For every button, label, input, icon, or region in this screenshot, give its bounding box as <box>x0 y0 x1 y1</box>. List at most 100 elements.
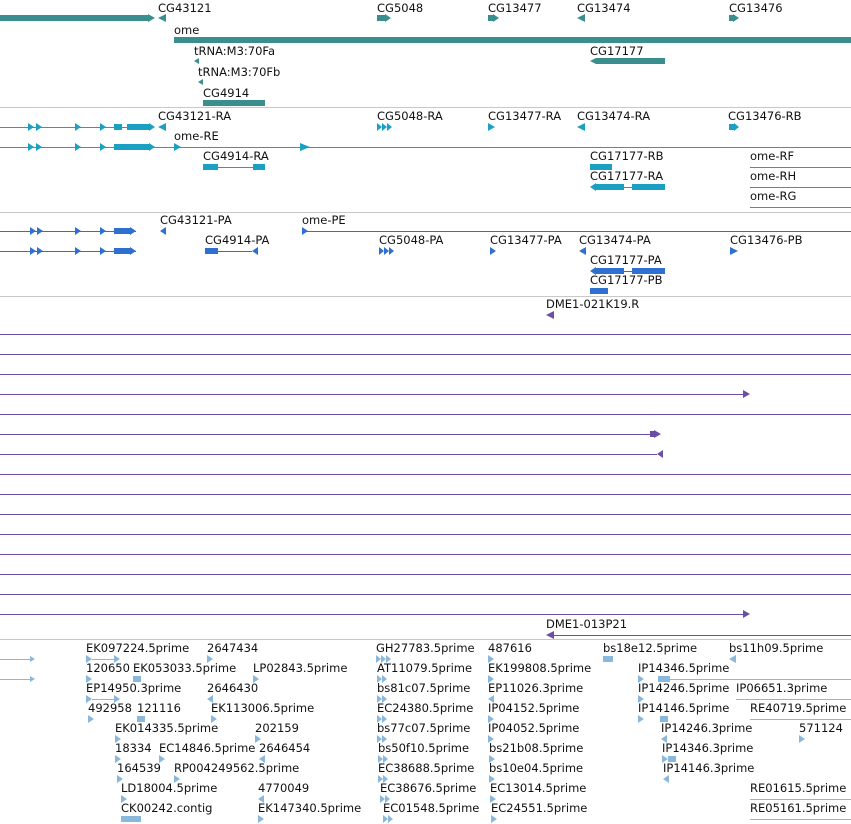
est-label[interactable]: RP004249562.5prime <box>174 762 299 775</box>
est-label[interactable]: EC01548.5prime <box>383 802 479 815</box>
exon-block[interactable] <box>114 144 149 150</box>
est-label[interactable]: IP14246.3prime <box>661 722 752 735</box>
est-label[interactable]: 487616 <box>488 642 532 655</box>
est-label[interactable]: IP04052.5prime <box>488 722 579 735</box>
est-label[interactable]: LP02843.5prime <box>253 662 347 675</box>
clone-label[interactable]: DME1-021K19.R <box>546 298 639 311</box>
clone-line[interactable] <box>0 574 851 575</box>
clone-line[interactable] <box>0 554 851 555</box>
protein-label[interactable]: ome-PE <box>302 214 346 227</box>
transcript-label[interactable]: CG17177-RA <box>590 170 663 183</box>
est-label[interactable]: EK147340.5prime <box>258 802 361 815</box>
exon-block[interactable] <box>203 164 218 170</box>
transcript-label[interactable]: CG17177-RB <box>590 150 664 163</box>
est-label[interactable]: EK113006.5prime <box>211 702 314 715</box>
protein-label[interactable]: CG17177-PA <box>590 254 662 267</box>
clone-line[interactable] <box>0 414 851 415</box>
est-label[interactable]: bs18e12.5prime <box>603 642 697 655</box>
gene-label-cg4914[interactable]: CG4914 <box>203 87 249 100</box>
est-line[interactable] <box>0 659 30 660</box>
protein-label[interactable]: CG17177-PB <box>590 274 663 287</box>
exon-block[interactable] <box>596 184 624 190</box>
est-label[interactable]: EC38688.5prime <box>378 762 474 775</box>
est-label[interactable]: bs77c07.5prime <box>377 722 470 735</box>
est-line[interactable] <box>750 799 851 800</box>
transcript-label[interactable]: ome-RE <box>174 130 219 143</box>
gene-bar[interactable] <box>596 58 665 64</box>
exon-block[interactable] <box>253 164 265 170</box>
gene-label-trna-a[interactable]: tRNA:M3:70Fa <box>194 45 275 58</box>
est-label[interactable]: IP14346.5prime <box>638 662 729 675</box>
est-label[interactable]: 2646454 <box>259 742 310 755</box>
transcript-label[interactable]: CG13477-RA <box>488 110 561 123</box>
gene-bar[interactable] <box>203 100 265 106</box>
est-label[interactable]: EK014335.5prime <box>115 722 218 735</box>
est-label[interactable]: EC38676.5prime <box>380 782 476 795</box>
clone-line[interactable] <box>0 374 851 375</box>
gene-bar[interactable] <box>0 15 148 21</box>
est-label[interactable]: IP14246.5prime <box>638 682 729 695</box>
est-label[interactable]: 120650 <box>86 662 130 675</box>
est-label[interactable]: EC24551.5prime <box>491 802 587 815</box>
clone-line[interactable] <box>554 635 851 636</box>
est-line[interactable] <box>750 819 851 820</box>
exon-block[interactable] <box>114 124 122 130</box>
est-label[interactable]: IP14146.3prime <box>663 762 754 775</box>
clone-line[interactable] <box>0 474 851 475</box>
clone-label[interactable]: DME1-013P21 <box>546 618 627 631</box>
exon-block[interactable] <box>632 184 665 190</box>
est-label[interactable]: 121116 <box>137 702 181 715</box>
est-label[interactable]: 164539 <box>117 762 161 775</box>
transcript-label[interactable]: ome-RH <box>750 170 796 183</box>
est-label[interactable]: IP14146.5prime <box>638 702 729 715</box>
est-label[interactable]: LD18004.5prime <box>121 782 217 795</box>
exon-block[interactable] <box>590 288 608 294</box>
transcript-label[interactable]: CG13474-RA <box>577 110 650 123</box>
est-label[interactable]: EK199808.5prime <box>488 662 591 675</box>
clone-line[interactable] <box>0 594 851 595</box>
est-label[interactable]: 202159 <box>255 722 299 735</box>
transcript-label[interactable]: CG4914-RA <box>203 150 269 163</box>
est-label[interactable]: EC13014.5prime <box>490 782 586 795</box>
transcript-label[interactable]: ome-RG <box>750 190 796 203</box>
est-label[interactable]: RE01615.5prime <box>750 782 846 795</box>
est-label[interactable]: AT11079.5prime <box>377 662 472 675</box>
clone-line[interactable] <box>0 434 650 435</box>
protein-label[interactable]: CG4914-PA <box>205 234 269 247</box>
est-label[interactable]: EP14950.3prime <box>86 682 181 695</box>
clone-line[interactable] <box>0 334 851 335</box>
clone-line[interactable] <box>0 534 851 535</box>
est-label[interactable]: IP06651.3prime <box>736 682 827 695</box>
clone-line[interactable] <box>0 454 657 455</box>
gene-bar[interactable] <box>174 37 851 43</box>
gene-label-cg13474[interactable]: CG13474 <box>577 2 631 15</box>
est-label[interactable]: EC24380.5prime <box>377 702 473 715</box>
est-block[interactable] <box>121 816 141 822</box>
est-line[interactable] <box>750 719 851 720</box>
est-label[interactable]: EC14846.5prime <box>159 742 255 755</box>
gene-bar[interactable] <box>377 15 385 21</box>
est-line[interactable] <box>92 659 114 660</box>
protein-label[interactable]: CG13476-PB <box>730 234 803 247</box>
est-label[interactable]: bs10e04.5prime <box>489 762 583 775</box>
est-label[interactable]: EK053033.5prime <box>133 662 236 675</box>
exon-block[interactable] <box>114 228 130 234</box>
est-label[interactable]: 18334 <box>115 742 152 755</box>
protein-label[interactable]: CG43121-PA <box>160 214 232 227</box>
est-label[interactable]: RE05161.5prime <box>750 802 846 815</box>
transcript-label[interactable]: CG5048-RA <box>377 110 443 123</box>
est-label[interactable]: GH27783.5prime <box>376 642 475 655</box>
protein-label[interactable]: CG5048-PA <box>379 234 443 247</box>
est-label[interactable]: bs11h09.5prime <box>729 642 823 655</box>
gene-label-cg5048[interactable]: CG5048 <box>377 2 423 15</box>
exon-block[interactable] <box>114 248 130 254</box>
est-label[interactable]: RE40719.5prime <box>750 702 846 715</box>
clone-line[interactable] <box>0 394 743 395</box>
gene-label-cg43121[interactable]: CG43121 <box>158 2 212 15</box>
clone-line[interactable] <box>0 494 851 495</box>
est-label[interactable]: EK097224.5prime <box>86 642 189 655</box>
est-label[interactable]: bs81c07.5prime <box>377 682 470 695</box>
est-line[interactable] <box>736 699 851 700</box>
clone-line[interactable] <box>0 614 743 615</box>
est-label[interactable]: CK00242.contig <box>121 802 212 815</box>
